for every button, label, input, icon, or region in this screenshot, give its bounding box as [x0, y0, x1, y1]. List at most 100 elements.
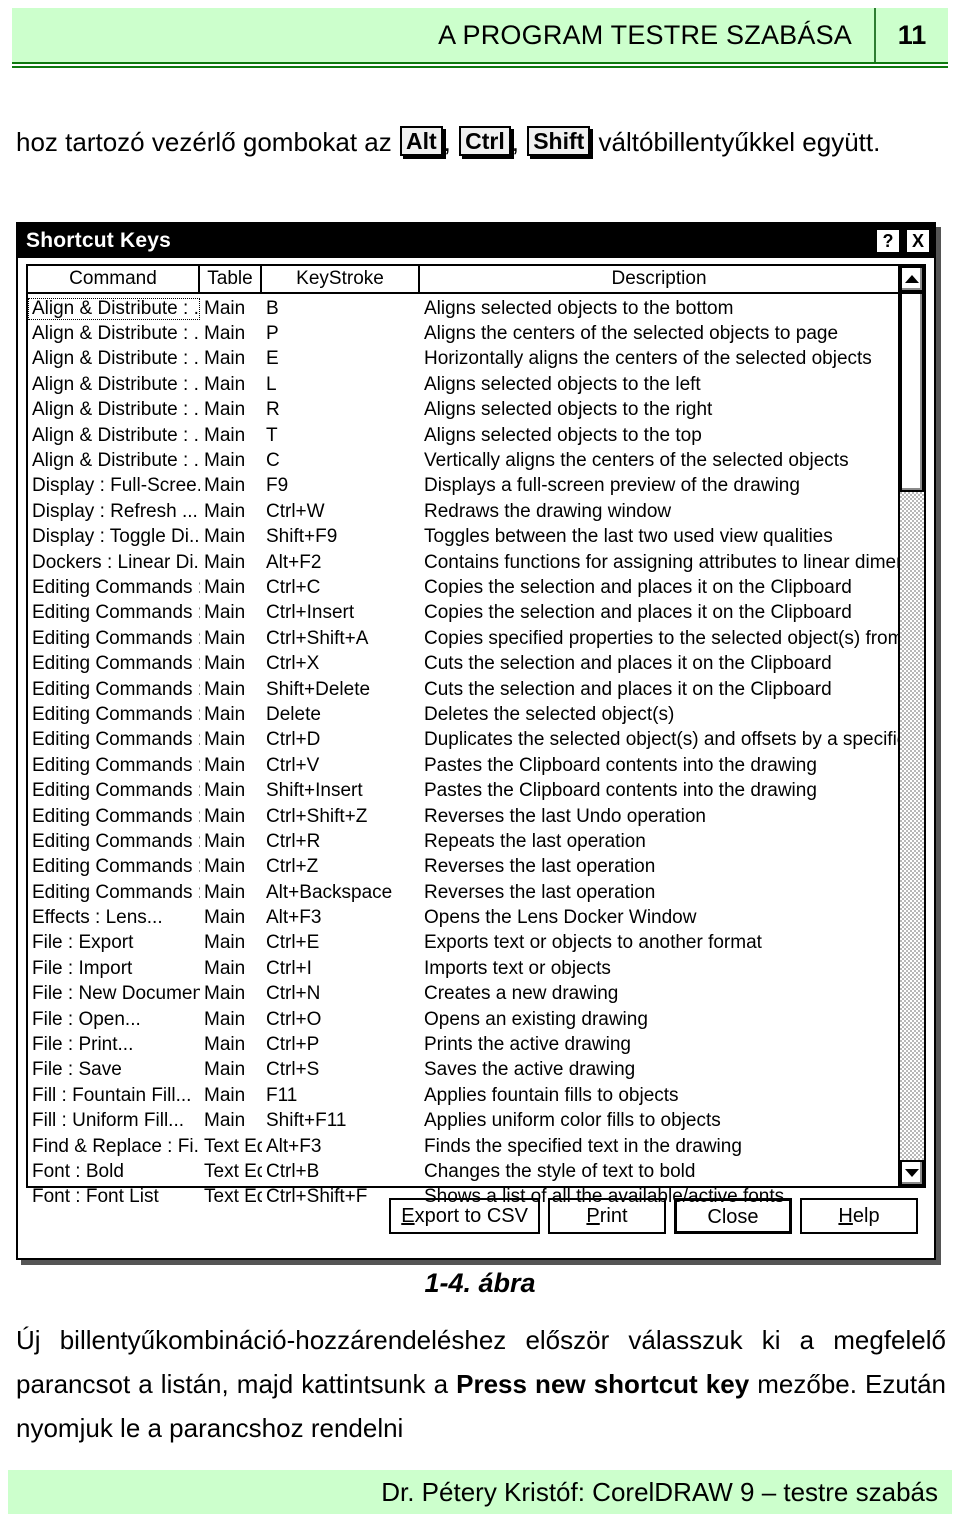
body-text-bold: Press new shortcut key — [456, 1369, 750, 1399]
table-row[interactable]: Display : Toggle Di... Main Shift+F9 Toggle… — [28, 525, 898, 550]
page-title: A PROGRAM TESTRE SZABÁSA — [438, 19, 852, 50]
cell-table: Main — [204, 627, 246, 649]
cell-command: Align & Distribute : ... — [32, 348, 200, 370]
cell-command: File : Open... — [32, 1008, 141, 1030]
table-row[interactable]: Display : Full-Scree... Main F9 Displays a … — [28, 474, 898, 499]
cell-table: Text Ed... — [204, 1135, 262, 1157]
cell-description: Applies fountain fills to objects — [424, 1084, 679, 1106]
table-row[interactable]: Editing Commands :...Main Ctrl+Shift+A Cop… — [28, 626, 898, 651]
table-row[interactable]: File : Export Main Ctrl+E Exports text or o… — [28, 931, 898, 956]
column-header-keystroke[interactable]: KeyStroke — [262, 266, 420, 292]
cell-table: Main — [204, 907, 246, 929]
table-row[interactable]: Dockers : Linear Di... Main Alt+F2 Contains… — [28, 550, 898, 575]
table-row[interactable]: Align & Distribute : ... Main P Aligns the … — [28, 321, 898, 346]
table-row[interactable]: File : Open... Main Ctrl+O Opens an existin… — [28, 1007, 898, 1032]
shortcut-keys-dialog: Shortcut Keys ? X Command Table KeyStrok… — [16, 222, 936, 1260]
cell-keystroke: Ctrl+R — [266, 830, 321, 852]
table-row[interactable]: Find & Replace : Fi...Text Ed...Alt+F3 Fi… — [28, 1134, 898, 1159]
table-row[interactable]: Editing Commands :...Main Ctrl+D Duplicate… — [28, 728, 898, 753]
cell-keystroke: Alt+F3 — [266, 907, 322, 929]
cell-command: Editing Commands :... — [32, 653, 200, 675]
cell-keystroke: Ctrl+V — [266, 754, 320, 776]
scroll-up-arrow-icon[interactable] — [900, 266, 924, 292]
keycap-shift: Shift — [527, 126, 591, 156]
column-header-description[interactable]: Description — [420, 266, 898, 292]
table-row[interactable]: Fill : Uniform Fill... Main Shift+F11 Appli… — [28, 1109, 898, 1134]
cell-keystroke: Ctrl+I — [266, 957, 312, 979]
dialog-titlebar[interactable]: Shortcut Keys ? X — [18, 224, 934, 258]
cell-table: Main — [204, 932, 246, 954]
table-row[interactable]: Font : Font List Text Ed...Ctrl+Shift+F Sh… — [28, 1185, 898, 1210]
close-icon[interactable]: X — [905, 228, 931, 254]
list-vertical-scrollbar[interactable] — [898, 266, 924, 1186]
cell-description: Applies uniform color fills to objects — [424, 1110, 721, 1132]
table-row[interactable]: Align & Distribute : ... Main C Vertically … — [28, 448, 898, 473]
table-row[interactable]: Editing Commands :...Main Ctrl+Insert Copi… — [28, 601, 898, 626]
table-row[interactable]: Effects : Lens... Main Alt+F3 Opens the Len… — [28, 905, 898, 930]
keycap-ctrl: Ctrl — [459, 126, 511, 156]
table-row[interactable]: Editing Commands :...Main Ctrl+V Pastes th… — [28, 753, 898, 778]
cell-description: Duplicates the selected object(s) and of… — [424, 729, 898, 751]
table-row[interactable]: File : Save Main Ctrl+S Saves the active dr… — [28, 1058, 898, 1083]
scrollbar-track[interactable] — [900, 292, 924, 1160]
cell-table: Main — [204, 323, 246, 345]
table-row[interactable]: Editing Commands :...Main Ctrl+C Copies th… — [28, 575, 898, 600]
table-row[interactable]: Align & Distribute : ... Main R Aligns sele… — [28, 398, 898, 423]
footer-text: Dr. Pétery Kristóf: CorelDRAW 9 – testre… — [381, 1477, 938, 1507]
table-row[interactable]: Align & Distribute : ... Main L Aligns sele… — [28, 372, 898, 397]
cell-keystroke: Ctrl+Insert — [266, 602, 355, 624]
cell-description: Vertically aligns the centers of the sel… — [424, 450, 849, 472]
table-row[interactable]: Editing Commands :...Main Shift+Insert Pas… — [28, 778, 898, 803]
table-row[interactable]: Align & Distribute : ... Main T Aligns sele… — [28, 423, 898, 448]
table-row[interactable]: File : Import Main Ctrl+I Imports text or o… — [28, 956, 898, 981]
cell-description: Opens the Lens Docker Window — [424, 907, 697, 929]
table-row[interactable]: Editing Commands :...Main Alt+Backspace Re… — [28, 880, 898, 905]
cell-command: Align & Distribute : ... — [28, 297, 200, 320]
cell-table: Main — [204, 424, 246, 446]
table-row[interactable]: Editing Commands :...Main Ctrl+Shift+Z Rev… — [28, 804, 898, 829]
table-row[interactable]: Font : Bold Text Ed...Ctrl+B Changes the s… — [28, 1159, 898, 1184]
cell-table: Main — [204, 526, 246, 548]
cell-keystroke: Shift+F11 — [266, 1110, 347, 1132]
table-row[interactable]: Editing Commands :...Main Shift+Delete Cut… — [28, 677, 898, 702]
scrollbar-thumb[interactable] — [900, 292, 924, 492]
cell-table: Main — [204, 703, 246, 725]
help-icon[interactable]: ? — [875, 228, 901, 254]
cell-description: Displays a full-screen preview of the dr… — [424, 475, 800, 497]
cell-description: Changes the style of text to bold — [424, 1160, 696, 1182]
cell-table: Main — [204, 729, 246, 751]
intro-sep-2: , — [511, 127, 527, 157]
cell-table: Main — [204, 576, 246, 598]
table-row[interactable]: Editing Commands :...Main Ctrl+R Repeats t… — [28, 829, 898, 854]
cell-table: Main — [204, 551, 246, 573]
column-header-table[interactable]: Table — [200, 266, 262, 292]
table-row[interactable]: Editing Commands :...Main Ctrl+Z Reverses … — [28, 855, 898, 880]
scroll-down-arrow-icon[interactable] — [900, 1160, 924, 1186]
table-row[interactable]: File : New Document Main Ctrl+N Creates a n… — [28, 982, 898, 1007]
table-row[interactable]: Align & Distribute : ... Main E Horizontall… — [28, 347, 898, 372]
cell-command: Align & Distribute : ... — [32, 399, 200, 421]
cell-description: Aligns selected objects to the bottom — [424, 297, 734, 319]
table-row[interactable]: Editing Commands :...Main Ctrl+X Cuts the … — [28, 651, 898, 676]
table-row[interactable]: File : Print... Main Ctrl+P Prints the acti… — [28, 1032, 898, 1057]
cell-description: Aligns selected objects to the left — [424, 373, 701, 395]
dialog-title: Shortcut Keys — [26, 229, 171, 252]
cell-keystroke: Ctrl+N — [266, 983, 321, 1005]
cell-description: Copies specified properties to the selec… — [424, 627, 898, 649]
table-row[interactable]: Fill : Fountain Fill... Main F11 Applies fo… — [28, 1083, 898, 1108]
table-row[interactable]: Editing Commands :...Main Delete Deletes t… — [28, 702, 898, 727]
table-row[interactable]: Align & Distribute : ... Main B Aligns sele… — [28, 296, 898, 321]
table-row[interactable]: Display : Refresh ... Main Ctrl+W Redraws t… — [28, 499, 898, 524]
column-header-command[interactable]: Command — [28, 266, 200, 292]
cell-keystroke: C — [266, 450, 280, 472]
cell-keystroke: Ctrl+O — [266, 1008, 322, 1030]
shortcut-list[interactable]: Command Table KeyStroke Description Alig… — [26, 264, 926, 1207]
cell-description: Copies the selection and places it on th… — [424, 602, 852, 624]
list-column-headers: Command Table KeyStroke Description — [28, 266, 898, 294]
cell-table: Main — [204, 678, 246, 700]
cell-keystroke: Ctrl+S — [266, 1059, 320, 1081]
cell-description: Reverses the last operation — [424, 881, 656, 903]
cell-command: Align & Distribute : ... — [32, 323, 200, 345]
cell-table: Main — [204, 856, 246, 878]
cell-keystroke: Delete — [266, 703, 321, 725]
